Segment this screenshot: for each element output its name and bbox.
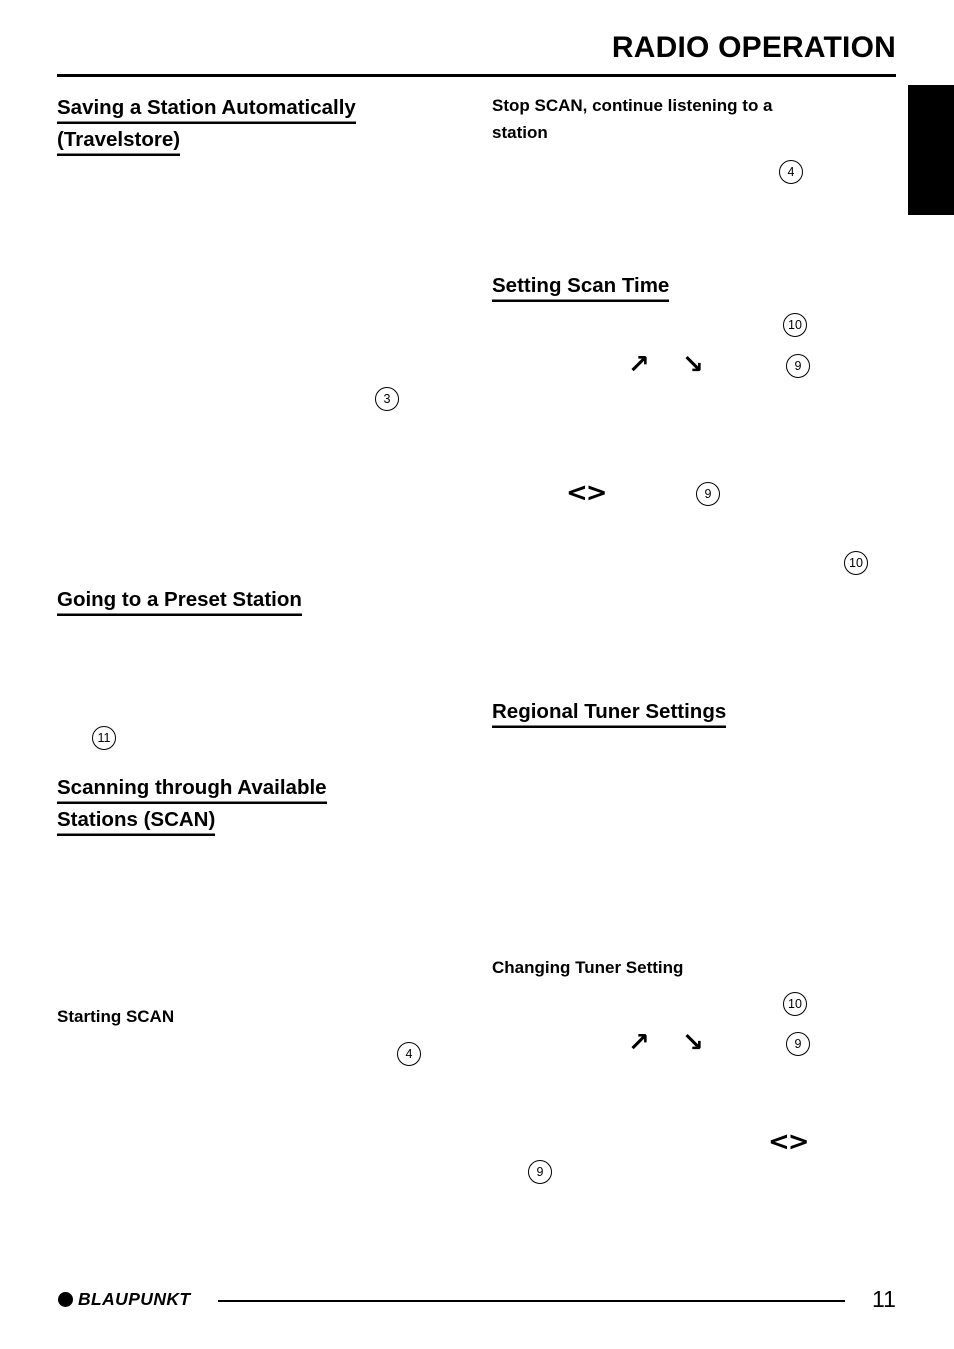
heading-setting-scan-time: Setting Scan Time [492,270,669,302]
callout-9-scan-time: 9 [786,354,810,378]
subheading-changing-tuner-setting: Changing Tuner Setting [492,958,684,977]
callout-9-tuner: 9 [786,1032,810,1056]
stop-scan-line1: Stop SCAN, continue listening to a [492,96,773,115]
left-right-arrows-icon-scan-time: <> [566,478,608,508]
page-title: RADIO OPERATION [611,31,896,64]
left-right-arrows-icon-tuner: <> [768,1127,810,1157]
blaupunkt-logo-dot-icon [58,1292,73,1307]
callout-9-tuner-b: 9 [528,1160,552,1184]
heading-saving-station-automatically: Saving a Station Automatically (Travelst… [57,92,356,156]
heading-scan-line1: Scanning through Available [57,772,327,804]
callout-10-scan-time-b: 10 [844,551,868,575]
chapter-side-tab [908,85,954,215]
callout-3: 3 [375,387,399,411]
page-number: 11 [872,1286,896,1312]
heading-regional-line1: Regional Tuner Settings [492,696,726,728]
heading-going-to-preset-station: Going to a Preset Station [57,584,302,616]
heading-scan-time-line1: Setting Scan Time [492,270,669,302]
footer-divider [218,1300,845,1302]
arrow-down-icon-scan-time: ↘ [682,350,704,380]
subheading-stop-scan: Stop SCAN, continue listening to a stati… [492,92,773,146]
header-divider [57,74,896,77]
heading-travelstore-line2: (Travelstore) [57,124,180,156]
callout-10-tuner: 10 [783,992,807,1016]
subheading-starting-scan: Starting SCAN [57,1007,175,1026]
heading-regional-tuner-settings: Regional Tuner Settings [492,696,726,728]
heading-travelstore-line1: Saving a Station Automatically [57,92,356,124]
arrow-up-icon-scan-time: ↗ [628,350,650,380]
callout-9-scan-time-b: 9 [696,482,720,506]
callout-4-right: 4 [779,160,803,184]
arrow-down-icon-tuner: ↘ [682,1028,704,1058]
brand-name: BLAUPUNKT [78,1289,191,1309]
page-header: RADIO OPERATION [0,0,954,78]
heading-scan-line2: Stations (SCAN) [57,804,215,836]
callout-4-left: 4 [397,1042,421,1066]
callout-10-scan-time: 10 [783,313,807,337]
arrow-up-icon-tuner: ↗ [628,1028,650,1058]
heading-preset-line1: Going to a Preset Station [57,584,302,616]
callout-11: 11 [92,726,116,750]
stop-scan-line2: station [492,123,548,142]
heading-scanning-available-stations: Scanning through Available Stations (SCA… [57,772,327,836]
